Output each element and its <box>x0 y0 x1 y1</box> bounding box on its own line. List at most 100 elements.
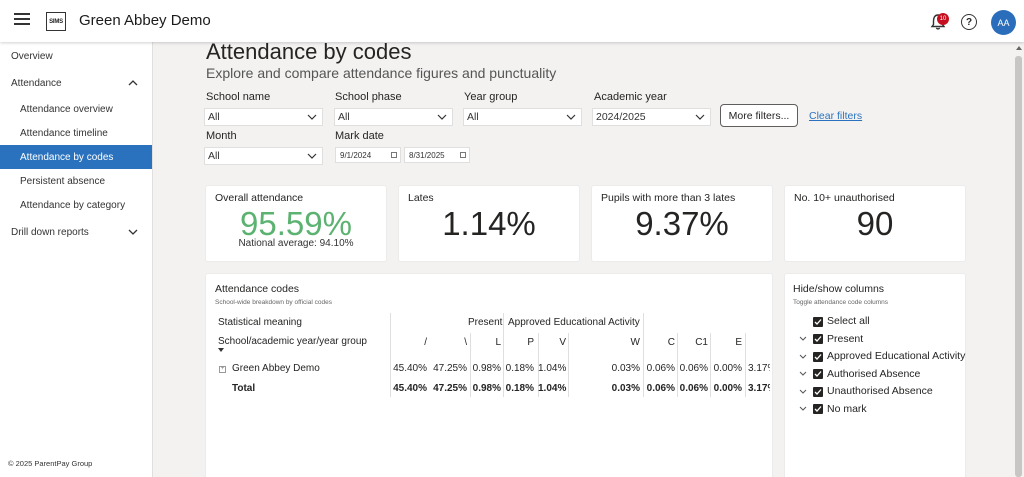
chevron-down-icon[interactable] <box>799 369 807 377</box>
table-cell: 0.00% <box>713 363 742 374</box>
checkbox-label: Authorised Absence <box>827 368 921 380</box>
chevron-down-icon[interactable] <box>127 226 139 238</box>
calendar-icon[interactable] <box>460 152 466 158</box>
kpi-pupils-more-than-3-lates: Pupils with more than 3 lates 9.37% <box>591 185 773 262</box>
checkbox-label: Approved Educational Activity <box>827 350 966 362</box>
sidebar-item-overview[interactable]: Overview <box>0 44 152 68</box>
column-divider <box>745 333 746 397</box>
column-header[interactable]: C <box>645 337 675 348</box>
mark-date-start-input[interactable]: 9/1/2024 <box>335 147 401 163</box>
column-header[interactable]: W <box>605 337 640 348</box>
more-filters-button[interactable]: More filters... <box>720 104 798 127</box>
sidebar-item-attendance-timeline[interactable]: Attendance timeline <box>0 121 152 145</box>
year-group-label: Year group <box>464 91 518 103</box>
hamburger-icon[interactable] <box>14 13 30 27</box>
help-icon[interactable]: ? <box>961 14 977 30</box>
approved-educational-activity-checkbox[interactable] <box>813 352 823 362</box>
chevron-down-icon <box>437 114 447 120</box>
sidebar-item-persistent-absence[interactable]: Persistent absence <box>0 169 152 193</box>
chevron-down-icon[interactable] <box>799 352 807 360</box>
sidebar: Overview Attendance Attendance overview … <box>0 42 153 477</box>
sort-down-icon[interactable] <box>218 348 224 352</box>
sidebar-item-attendance-overview[interactable]: Attendance overview <box>0 97 152 121</box>
checkbox-label: No mark <box>827 403 867 415</box>
avatar[interactable]: AA <box>991 10 1016 35</box>
chevron-up-icon[interactable] <box>127 77 139 89</box>
table-cell: 1.04% <box>538 383 567 394</box>
panel-subtitle: Toggle attendance code columns <box>793 299 889 306</box>
expand-row-icon[interactable]: + <box>219 366 226 373</box>
sidebar-item-drill-down-reports[interactable]: Drill down reports <box>0 220 152 244</box>
column-header[interactable]: E <box>711 337 742 348</box>
checkbox-label: Present <box>827 333 864 345</box>
column-header[interactable]: V <box>538 337 566 348</box>
column-header[interactable]: P <box>504 337 534 348</box>
column-divider <box>568 333 569 397</box>
kpi-unauthorised: No. 10+ unauthorised 90 <box>784 185 966 262</box>
chevron-down-icon <box>307 153 317 159</box>
checkbox-checked-icon <box>814 406 822 412</box>
kpi-lates: Lates 1.14% <box>398 185 580 262</box>
table-cell: 3.17% <box>748 363 770 374</box>
select-all-checkbox[interactable] <box>813 317 823 327</box>
table-cell: 0.06% <box>646 383 675 394</box>
table-row-label: Total <box>232 383 256 394</box>
month-label: Month <box>206 130 237 142</box>
column-header[interactable]: / <box>395 337 427 348</box>
mark-date-end-input[interactable]: 8/31/2025 <box>404 147 470 163</box>
year-group-select[interactable]: All <box>463 108 582 126</box>
column-header[interactable]: L <box>470 337 501 348</box>
chevron-down-icon <box>566 114 576 120</box>
sims-logo: SIMS <box>46 12 66 31</box>
clear-filters-link[interactable]: Clear filters <box>809 110 862 122</box>
checkbox-checked-icon <box>814 319 822 325</box>
kpi-title: Pupils with more than 3 lates <box>601 192 736 204</box>
table-cell: 47.25% <box>433 363 467 374</box>
sidebar-item-attendance[interactable]: Attendance <box>0 71 152 95</box>
kpi-note: National average: 94.10% <box>238 238 354 249</box>
kpi-overall-attendance: Overall attendance 95.59% National avera… <box>205 185 387 262</box>
school-phase-select[interactable]: All <box>334 108 453 126</box>
checkbox-checked-icon <box>814 371 822 377</box>
school-name-label: School name <box>206 91 271 103</box>
scroll-up-icon[interactable] <box>1016 46 1022 50</box>
table-cell: 1.04% <box>538 363 567 374</box>
table-cell: 0.98% <box>472 383 501 394</box>
page-subtitle: Explore and compare attendance figures a… <box>206 65 557 81</box>
table-cell: 0.98% <box>472 363 501 374</box>
authorised-absence-checkbox[interactable] <box>813 369 823 379</box>
unauthorised-absence-checkbox[interactable] <box>813 387 823 397</box>
table-cell: 0.03% <box>611 363 640 374</box>
checkbox-checked-icon <box>814 336 822 342</box>
group-header-approved-educational-activity: Approved Educational Activity <box>508 317 640 328</box>
column-header[interactable]: C1 <box>678 337 708 348</box>
vertical-scrollbar[interactable] <box>1013 42 1024 477</box>
column-header[interactable]: \ <box>435 337 467 348</box>
kpi-title: No. 10+ unauthorised <box>794 192 895 204</box>
present-checkbox[interactable] <box>813 334 823 344</box>
table-cell: 47.25% <box>433 383 467 394</box>
panel-title: Attendance codes <box>215 283 300 295</box>
notification-badge: 10 <box>937 13 949 25</box>
sidebar-item-attendance-by-codes[interactable]: Attendance by codes <box>0 145 152 169</box>
page-title: Attendance by codes <box>206 39 412 64</box>
row-header-school-year-group: School/academic year/year group <box>218 336 367 347</box>
scrollbar-thumb[interactable] <box>1015 56 1022 477</box>
chevron-down-icon[interactable] <box>799 334 807 342</box>
chevron-down-icon[interactable] <box>799 387 807 395</box>
table-cell: 0.00% <box>713 383 742 394</box>
month-select[interactable]: All <box>204 147 323 165</box>
kpi-value: 9.37% <box>635 205 729 242</box>
sidebar-item-attendance-by-category[interactable]: Attendance by category <box>0 193 152 217</box>
chevron-down-icon[interactable] <box>799 404 807 412</box>
panel-subtitle: School-wide breakdown by official codes <box>215 299 332 306</box>
calendar-icon[interactable] <box>391 152 397 158</box>
no-mark-checkbox[interactable] <box>813 404 823 414</box>
school-name-select[interactable]: All <box>204 108 323 126</box>
footer-copyright: © 2025 ParentPay Group <box>8 459 93 468</box>
academic-year-select[interactable]: 2024/2025 <box>592 108 711 126</box>
mark-date-label: Mark date <box>335 130 384 142</box>
panel-title: Hide/show columns <box>793 283 885 295</box>
academic-year-label: Academic year <box>594 91 667 103</box>
table-cell: 0.06% <box>679 383 708 394</box>
